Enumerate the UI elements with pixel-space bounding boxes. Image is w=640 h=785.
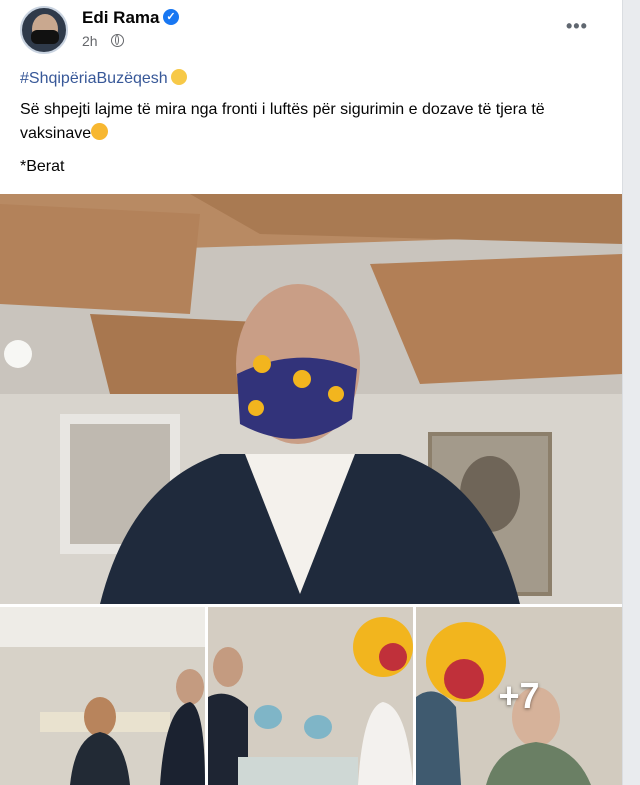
author-avatar[interactable] <box>20 6 68 54</box>
photo-thumbnail-1[interactable] <box>0 607 205 785</box>
post-text: Së shpejti lajme të mira nga fronti i lu… <box>20 98 600 146</box>
thumbnail-1-image <box>0 607 205 785</box>
scrollbar-track[interactable] <box>623 0 640 785</box>
smile-emoji-icon <box>91 123 109 140</box>
sun-emoji-icon <box>170 69 187 85</box>
avatar-mask <box>31 30 59 44</box>
post-card: Edi Rama ✓ 2h ••• #ShqipëriaBuzëqesh Së … <box>0 0 623 785</box>
main-photo-image <box>0 194 622 604</box>
hashtag-link[interactable]: #ShqipëriaBuzëqesh <box>20 69 187 88</box>
post-time[interactable]: 2h <box>82 33 98 49</box>
main-photo[interactable] <box>0 194 622 604</box>
more-photos-count[interactable]: +7 <box>416 607 622 785</box>
photo-thumbnail-3[interactable]: +7 <box>416 607 622 785</box>
verified-icon: ✓ <box>163 9 179 25</box>
post-location: *Berat <box>20 158 65 175</box>
author-name[interactable]: Edi Rama <box>82 8 159 28</box>
more-options-button[interactable]: ••• <box>566 16 588 37</box>
thumbnail-2-image <box>208 607 413 785</box>
globe-icon <box>111 34 124 47</box>
photo-thumbnail-2[interactable] <box>208 607 413 785</box>
hashtag-text[interactable]: #ShqipëriaBuzëqesh <box>20 70 168 87</box>
